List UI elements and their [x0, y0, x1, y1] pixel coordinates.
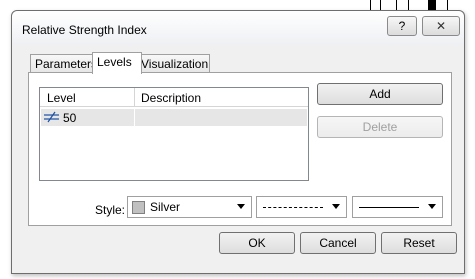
help-button[interactable]: ? [387, 16, 417, 36]
column-header-level[interactable]: Level [47, 91, 76, 105]
list-header: Level Description [40, 88, 308, 107]
chart-bar [370, 0, 371, 10]
column-divider[interactable] [134, 88, 135, 106]
dropdown-arrow-icon [332, 204, 340, 209]
levels-panel: Level Description 50 Add Delete Style: S… [28, 72, 452, 226]
dropdown-arrow-icon [428, 204, 436, 209]
levels-list[interactable]: Level Description 50 [39, 87, 309, 181]
line-width-select[interactable] [352, 196, 443, 218]
level-value: 50 [63, 111, 77, 125]
color-select[interactable]: Silver [127, 196, 252, 218]
cancel-button[interactable]: Cancel [300, 232, 376, 254]
add-button[interactable]: Add [317, 83, 443, 105]
style-label: Style: [95, 203, 126, 217]
solid-line-preview [359, 207, 419, 208]
dialog-window: Relative Strength Index ? ✕ Parameters L… [11, 10, 465, 274]
delete-button[interactable]: Delete [317, 116, 443, 138]
level-line-icon [44, 111, 59, 123]
dropdown-arrow-icon [237, 204, 245, 209]
line-style-select[interactable] [256, 196, 347, 218]
close-button[interactable]: ✕ [422, 16, 460, 36]
tab-levels[interactable]: Levels [92, 52, 142, 74]
column-header-description[interactable]: Description [141, 91, 201, 105]
dialog-title: Relative Strength Index [22, 23, 147, 37]
tab-parameters[interactable]: Parameters [30, 54, 98, 73]
tab-visualization[interactable]: Visualization [136, 54, 210, 73]
color-name: Silver [150, 200, 181, 214]
color-swatch [132, 201, 145, 214]
level-row[interactable]: 50 [41, 109, 307, 126]
reset-button[interactable]: Reset [381, 232, 457, 254]
dashed-line-preview [263, 207, 323, 208]
cell-divider [134, 109, 135, 126]
title-bar[interactable]: Relative Strength Index ? ✕ [12, 11, 464, 45]
ok-button[interactable]: OK [219, 232, 295, 254]
